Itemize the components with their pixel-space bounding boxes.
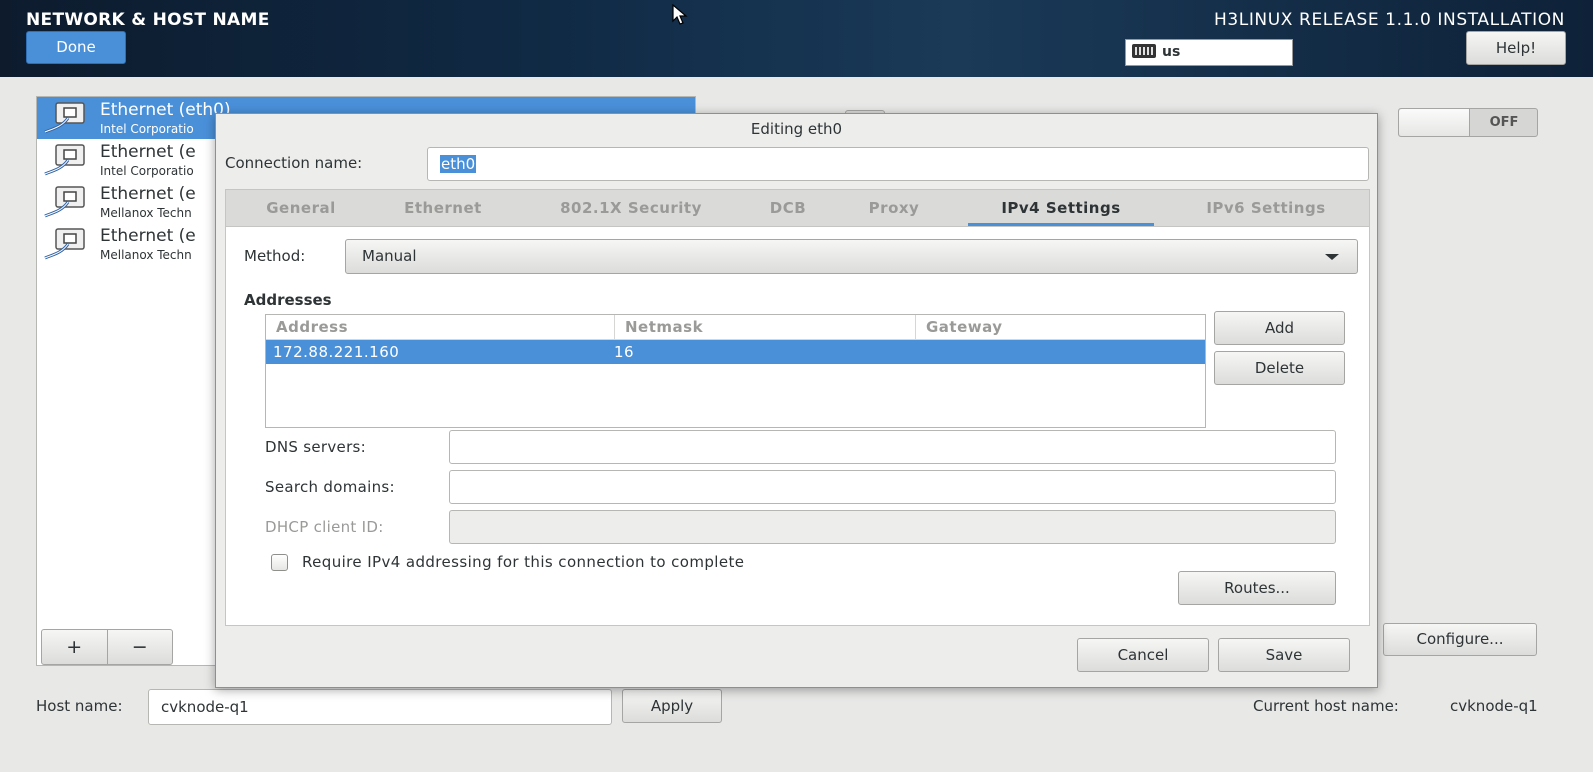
method-dropdown[interactable]: Manual <box>345 239 1358 274</box>
addresses-table[interactable]: Address Netmask Gateway 172.88.221.160 1… <box>265 314 1206 428</box>
search-domains-label: Search domains: <box>265 478 395 496</box>
tab-ipv4-settings[interactable]: IPv4 Settings <box>968 190 1154 226</box>
tab-ethernet[interactable]: Ethernet <box>378 190 508 226</box>
interface-power-toggle[interactable]: OFF <box>1398 108 1538 137</box>
remove-interface-button[interactable]: − <box>106 630 173 664</box>
top-header-bar: NETWORK & HOST NAME H3LINUX RELEASE 1.1.… <box>0 0 1593 77</box>
done-button[interactable]: Done <box>26 31 126 64</box>
interface-name: Ethernet (e <box>100 142 196 162</box>
dhcp-client-id-label: DHCP client ID: <box>265 518 384 536</box>
addresses-table-header: Address Netmask Gateway <box>266 315 1205 340</box>
ethernet-icon <box>44 228 85 260</box>
connection-name-label: Connection name: <box>225 154 363 172</box>
dns-servers-label: DNS servers: <box>265 438 367 456</box>
connection-name-input[interactable]: eth0 <box>427 147 1369 181</box>
tab-8021x-security[interactable]: 802.1X Security <box>526 190 736 226</box>
apply-button[interactable]: Apply <box>622 689 722 723</box>
settings-tab-bar: General Ethernet 802.1X Security DCB Pro… <box>225 189 1370 227</box>
chevron-down-icon <box>1325 254 1339 260</box>
interface-description: Intel Corporatio <box>100 122 194 136</box>
dhcp-client-id-input <box>449 510 1336 544</box>
ipv4-settings-page: Method: Manual Addresses Address Netmask… <box>225 226 1370 626</box>
help-button[interactable]: Help! <box>1466 31 1566 65</box>
current-host-name-label: Current host name: <box>1253 697 1399 715</box>
tab-proxy[interactable]: Proxy <box>844 190 944 226</box>
interface-description: Mellanox Techn <box>100 206 192 220</box>
interface-name: Ethernet (eth0) <box>100 100 231 120</box>
interface-list-controls: + − <box>41 629 173 665</box>
routes-button[interactable]: Routes... <box>1178 571 1336 605</box>
method-selected-value: Manual <box>362 247 417 265</box>
search-domains-input[interactable] <box>449 470 1336 504</box>
cell-netmask[interactable]: 16 <box>607 340 634 364</box>
interface-description: Mellanox Techn <box>100 248 192 262</box>
column-header-gateway[interactable]: Gateway <box>915 315 1205 340</box>
method-label: Method: <box>244 247 306 265</box>
interface-description: Intel Corporatio <box>100 164 194 178</box>
addresses-heading: Addresses <box>244 291 332 309</box>
keyboard-layout-label: us <box>1162 44 1181 60</box>
tab-dcb[interactable]: DCB <box>753 190 823 226</box>
dns-servers-input[interactable] <box>449 430 1336 464</box>
delete-address-button[interactable]: Delete <box>1214 351 1345 385</box>
connection-name-selected-text: eth0 <box>440 155 477 173</box>
interface-name: Ethernet (e <box>100 226 196 246</box>
host-name-input[interactable] <box>148 689 612 725</box>
ethernet-icon <box>44 144 85 176</box>
ethernet-icon <box>44 102 85 134</box>
configure-button[interactable]: Configure... <box>1383 623 1537 656</box>
product-title: H3LINUX RELEASE 1.1.0 INSTALLATION <box>1213 10 1565 30</box>
add-address-button[interactable]: Add <box>1214 311 1345 345</box>
ethernet-icon <box>44 186 85 218</box>
require-ipv4-label[interactable]: Require IPv4 addressing for this connect… <box>302 553 744 571</box>
page-title: NETWORK & HOST NAME <box>26 10 270 30</box>
mouse-cursor-icon <box>672 4 688 25</box>
table-row[interactable]: 172.88.221.160 16 <box>266 340 1205 364</box>
require-ipv4-checkbox[interactable] <box>271 554 288 571</box>
column-header-netmask[interactable]: Netmask <box>614 315 915 340</box>
tab-ipv6-settings[interactable]: IPv6 Settings <box>1176 190 1356 226</box>
interface-name: Ethernet (e <box>100 184 196 204</box>
cancel-button[interactable]: Cancel <box>1077 638 1209 672</box>
add-interface-button[interactable]: + <box>42 630 107 664</box>
edit-connection-dialog: Editing eth0 Connection name: eth0 Gener… <box>215 113 1378 688</box>
tab-general[interactable]: General <box>236 190 366 226</box>
column-header-address[interactable]: Address <box>266 315 614 340</box>
save-button[interactable]: Save <box>1218 638 1350 672</box>
cell-address[interactable]: 172.88.221.160 <box>266 340 399 364</box>
toggle-state-label: OFF <box>1489 115 1519 130</box>
keyboard-layout-indicator[interactable]: us <box>1125 39 1293 66</box>
host-name-label: Host name: <box>36 697 123 715</box>
keyboard-icon <box>1132 44 1156 58</box>
dialog-title: Editing eth0 <box>750 120 843 138</box>
cell-gateway[interactable] <box>908 340 915 364</box>
toggle-knob[interactable] <box>1399 109 1470 136</box>
current-host-name-value: cvknode-q1 <box>1450 697 1538 715</box>
